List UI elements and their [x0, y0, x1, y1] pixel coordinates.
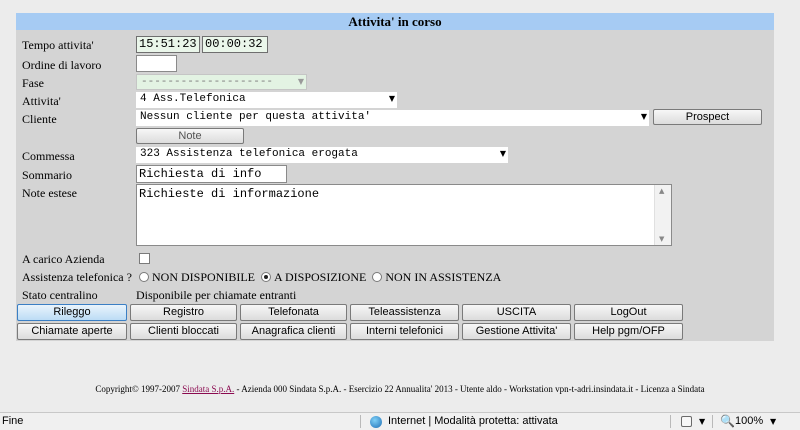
time-elapsed-field: 15:51:23 [136, 36, 200, 53]
prospect-button[interactable]: Prospect [653, 109, 762, 125]
scroll-down-icon[interactable]: ▼ [659, 235, 664, 243]
a-carico-checkbox[interactable] [139, 253, 150, 264]
radio-non-disponibile[interactable]: NON DISPONIBILE [139, 270, 255, 284]
radio-a-disposizione[interactable]: A DISPOSIZIONE [261, 270, 366, 284]
fase-select[interactable]: -------------------- ▼ [136, 74, 307, 90]
security-zone-text[interactable]: Internet | Modalità protetta: attivata [388, 413, 558, 430]
chevron-down-icon: ▼ [388, 94, 395, 103]
cliente-value: Nessun cliente per questa attivita' [140, 111, 372, 123]
uscita-button[interactable]: USCITA [462, 304, 571, 321]
scroll-up-icon[interactable]: ▲ [659, 187, 664, 195]
interni-telefonici-button[interactable]: Interni telefonici [350, 323, 459, 340]
cliente-select[interactable]: Nessun cliente per questa attivita' ▼ [136, 110, 649, 126]
commessa-select[interactable]: 323 Assistenza telefonica erogata ▼ [136, 147, 508, 163]
protected-mode-icon[interactable] [681, 416, 692, 427]
sommario-input[interactable]: Richiesta di info [136, 165, 287, 183]
chevron-down-icon: ▼ [297, 77, 304, 86]
ordine-input[interactable] [136, 55, 177, 72]
zoom-icon[interactable]: 🔍 [720, 413, 735, 430]
note-estese-textarea[interactable]: Richieste di informazione ▲ ▼ [136, 184, 672, 246]
label-ordine: Ordine di lavoro [22, 58, 102, 72]
note-button[interactable]: Note [136, 128, 244, 144]
gestione-attivita-button[interactable]: Gestione Attivita' [462, 323, 571, 340]
anagrafica-clienti-button[interactable]: Anagrafica clienti [240, 323, 347, 340]
status-text: Fine [2, 415, 24, 427]
registro-button[interactable]: Registro [130, 304, 237, 321]
label-note-estese: Note estese [22, 186, 77, 200]
telefonata-button[interactable]: Telefonata [240, 304, 347, 321]
globe-icon [370, 416, 382, 428]
radio-non-in-assistenza[interactable]: NON IN ASSISTENZA [372, 270, 501, 284]
radio-selected-icon[interactable] [261, 272, 271, 282]
chevron-down-icon: ▼ [640, 112, 647, 121]
chiamate-aperte-button[interactable]: Chiamate aperte [17, 323, 127, 340]
label-fase: Fase [22, 76, 44, 90]
radio-circle-icon[interactable] [139, 272, 149, 282]
sindata-link[interactable]: Sindata S.p.A. [182, 384, 234, 394]
status-divider [670, 415, 671, 428]
label-attivita: Attivita' [22, 94, 61, 108]
clienti-bloccati-button[interactable]: Clienti bloccati [130, 323, 237, 340]
time-counter-field: 00:00:32 [202, 36, 268, 53]
label-sommario: Sommario [22, 168, 72, 182]
stato-value: Disponibile per chiamate entranti [136, 288, 297, 302]
help-button[interactable]: Help pgm/OFP [574, 323, 683, 340]
label-a-carico: A carico Azienda [22, 252, 105, 266]
assistenza-radio-group: NON DISPONIBILE A DISPOSIZIONE NON IN AS… [139, 270, 501, 285]
logout-button[interactable]: LogOut [574, 304, 683, 321]
textarea-scrollbar[interactable]: ▲ ▼ [654, 185, 671, 245]
label-stato: Stato centralino [22, 288, 98, 302]
rileggo-button[interactable]: Rileggo [17, 304, 127, 321]
radio-circle-icon[interactable] [372, 272, 383, 282]
chevron-down-icon[interactable]: ▼ [770, 413, 776, 430]
teleassistenza-button[interactable]: Teleassistenza [350, 304, 459, 321]
chevron-down-icon[interactable]: ▼ [699, 413, 705, 430]
label-cliente: Cliente [22, 112, 57, 126]
browser-status-bar: Fine Internet | Modalità protetta: attiv… [0, 412, 800, 430]
label-tempo: Tempo attivita' [22, 38, 94, 52]
commessa-value: 323 Assistenza telefonica erogata [140, 148, 358, 160]
status-divider [360, 415, 361, 428]
form-panel [16, 13, 774, 341]
label-commessa: Commessa [22, 149, 75, 163]
note-estese-value: Richieste di informazione [139, 187, 320, 201]
fase-value: -------------------- [141, 76, 274, 88]
label-assistenza: Assistenza telefonica ? [22, 270, 132, 284]
chevron-down-icon: ▼ [499, 149, 506, 158]
copyright-footer: Copyright© 1997-2007 Sindata S.p.A. - Az… [95, 384, 705, 394]
page-title: Attivita' in corso [16, 13, 774, 30]
status-divider [712, 415, 713, 428]
attivita-value: 4 Ass.Telefonica [140, 93, 246, 105]
attivita-select[interactable]: 4 Ass.Telefonica ▼ [136, 92, 397, 108]
zoom-level[interactable]: 100% [735, 413, 763, 430]
